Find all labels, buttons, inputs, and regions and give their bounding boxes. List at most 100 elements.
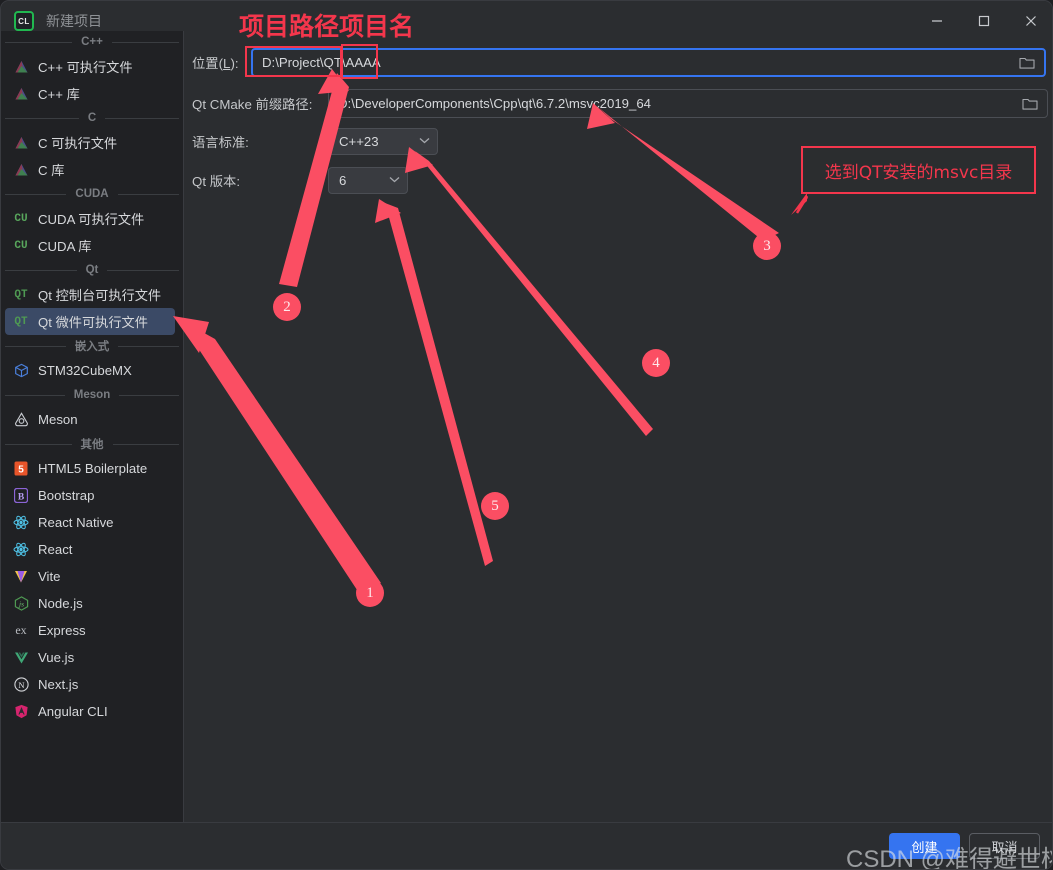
sidebar-item-label: C 库 [38, 163, 65, 178]
sidebar-item-label: HTML5 Boilerplate [38, 461, 148, 476]
cmake-triangle-icon [13, 86, 29, 102]
vuejs-icon [13, 650, 29, 666]
create-button[interactable]: 创建 [889, 833, 960, 859]
new-project-dialog: CL 新建项目 C++ C++ 可执行文件 C++ 库 C C 可执行文件 C 库 CUDA… [0, 0, 1053, 870]
cmake-triangle-icon [13, 162, 29, 178]
folder-icon[interactable] [1016, 52, 1038, 74]
svg-text:B: B [18, 492, 25, 502]
sidebar-item-html5-boilerplate[interactable]: 5 HTML5 Boilerplate [1, 455, 183, 482]
svg-text:N: N [18, 680, 24, 690]
nextjs-icon: N [13, 677, 29, 693]
clion-logo-text: CL [18, 16, 30, 26]
sidebar-item-label: Express [38, 623, 86, 638]
sidebar-group-header: C++ [1, 31, 183, 53]
sidebar-group-label: C [87, 112, 97, 124]
sidebar-item-vite[interactable]: Vite [1, 563, 183, 590]
clion-logo-icon: CL [14, 11, 34, 31]
cube-icon [13, 363, 29, 379]
sidebar-group-header: 其他 [1, 433, 183, 455]
sidebar-item-label: Qt 控制台可执行文件 [38, 288, 162, 303]
sidebar-group-label: 嵌入式 [74, 341, 110, 353]
sidebar-item-label: Vite [38, 569, 61, 584]
location-value: D:\Project\QT\AAAA [262, 55, 381, 70]
language-standard-value: C++23 [339, 134, 379, 149]
sidebar-item-next.js[interactable]: N Next.js [1, 671, 183, 698]
sidebar-group-label: Qt [85, 264, 99, 276]
sidebar-item-c++-库[interactable]: C++ 库 [1, 80, 183, 107]
sidebar-item-label: C 可执行文件 [38, 136, 118, 151]
location-label: 位置(L): [192, 56, 239, 71]
sidebar-item-qt-控制台可执行文件[interactable]: QT Qt 控制台可执行文件 [1, 281, 183, 308]
sidebar-item-node.js[interactable]: js Node.js [1, 590, 183, 617]
language-standard-select[interactable]: C++23 [328, 128, 438, 155]
qt-cmake-prefix-label: Qt CMake 前缀路径: [192, 97, 313, 112]
qt-version-select[interactable]: 6 [328, 167, 408, 194]
qt-version-row: Qt 版本: 6 [192, 167, 408, 194]
language-standard-row: 语言标准: C++23 [192, 128, 438, 155]
folder-icon[interactable] [1019, 93, 1041, 115]
cmake-triangle-icon [13, 59, 29, 75]
sidebar-item-label: Qt 微件可执行文件 [38, 315, 148, 330]
sidebar-group-header: 嵌入式 [1, 335, 183, 357]
sidebar-item-angular-cli[interactable]: Angular CLI [1, 698, 183, 725]
language-standard-label: 语言标准: [192, 135, 249, 150]
cuda-icon: CU [14, 239, 28, 252]
location-input[interactable]: D:\Project\QT\AAAA [251, 48, 1046, 77]
sidebar-item-react[interactable]: React [1, 536, 183, 563]
sidebar-item-c++-可执行文件[interactable]: C++ 可执行文件 [1, 53, 183, 80]
react-icon [13, 542, 29, 558]
express-icon: ex [15, 623, 27, 637]
sidebar-item-c-可执行文件[interactable]: C 可执行文件 [1, 129, 183, 156]
bootstrap-icon: B [13, 488, 29, 504]
sidebar-item-label: Node.js [38, 596, 83, 611]
svg-text:js: js [17, 599, 23, 608]
chevron-down-icon [389, 175, 400, 186]
project-settings-panel: 位置(L): D:\Project\QT\AAAA Qt CMake 前缀路径:… [184, 31, 1052, 824]
sidebar-group-label: Meson [73, 389, 111, 401]
template-list-sidebar[interactable]: C++ C++ 可执行文件 C++ 库 C C 可执行文件 C 库 CUDA CU CUDA 可… [1, 31, 184, 824]
nodejs-icon: js [13, 596, 29, 612]
qt-version-label: Qt 版本: [192, 174, 241, 189]
window-title: 新建项目 [46, 13, 102, 29]
sidebar-item-meson[interactable]: Meson [1, 406, 183, 433]
qt-icon: QT [14, 288, 28, 301]
sidebar-item-label: CUDA 可执行文件 [38, 212, 145, 227]
sidebar-group-label: CUDA [75, 188, 109, 200]
cancel-button[interactable]: 取消 [969, 833, 1040, 859]
angular-icon [13, 704, 29, 720]
location-row: 位置(L): D:\Project\QT\AAAA [192, 48, 1052, 77]
qt-cmake-prefix-value: D:\DeveloperComponents\Cpp\qt\6.7.2\msvc… [338, 96, 652, 111]
qt-version-value: 6 [339, 173, 347, 188]
sidebar-item-cuda-库[interactable]: CU CUDA 库 [1, 232, 183, 259]
sidebar-item-bootstrap[interactable]: B Bootstrap [1, 482, 183, 509]
sidebar-item-c-库[interactable]: C 库 [1, 156, 183, 183]
sidebar-group-header: CUDA [1, 183, 183, 205]
cmake-triangle-icon [13, 135, 29, 151]
sidebar-item-express[interactable]: ex Express [1, 617, 183, 644]
react-icon [13, 515, 29, 531]
sidebar-group-header: C [1, 107, 183, 129]
cuda-icon: CU [14, 212, 28, 225]
sidebar-group-header: Qt [1, 259, 183, 281]
sidebar-item-react-native[interactable]: React Native [1, 509, 183, 536]
sidebar-item-stm32cubemx[interactable]: STM32CubeMX [1, 357, 183, 384]
sidebar-item-label: Angular CLI [38, 704, 108, 719]
sidebar-item-label: Vue.js [38, 650, 75, 665]
svg-text:5: 5 [18, 464, 24, 475]
sidebar-item-label: STM32CubeMX [38, 363, 132, 378]
html5-icon: 5 [13, 461, 29, 477]
sidebar-item-vue.js[interactable]: Vue.js [1, 644, 183, 671]
chevron-down-icon [419, 136, 430, 147]
sidebar-item-label: React [38, 542, 73, 557]
sidebar-item-label: C++ 可执行文件 [38, 60, 133, 75]
sidebar-item-label: React Native [38, 515, 114, 530]
sidebar-item-label: Meson [38, 412, 78, 427]
sidebar-item-label: CUDA 库 [38, 239, 92, 254]
sidebar-item-label: Next.js [38, 677, 79, 692]
qt-icon: QT [14, 315, 28, 328]
qt-cmake-prefix-input[interactable]: D:\DeveloperComponents\Cpp\qt\6.7.2\msvc… [328, 89, 1048, 118]
dialog-footer: 创建 取消 [1, 822, 1052, 869]
sidebar-item-cuda-可执行文件[interactable]: CU CUDA 可执行文件 [1, 205, 183, 232]
vite-icon [13, 569, 29, 585]
sidebar-item-qt-微件可执行文件[interactable]: QT Qt 微件可执行文件 [5, 308, 175, 335]
